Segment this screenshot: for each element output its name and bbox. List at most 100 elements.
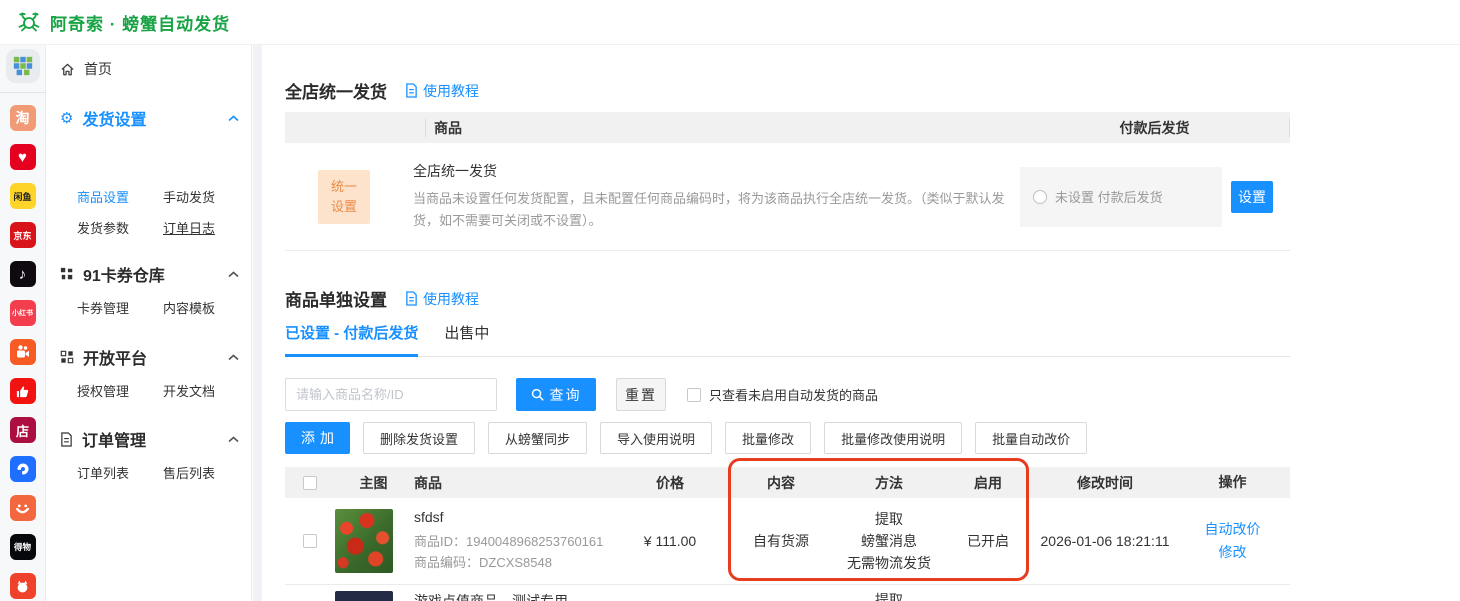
unified-section-title: 全店统一发货 bbox=[285, 83, 387, 102]
chevron-up-icon[interactable] bbox=[228, 353, 239, 361]
product-code: 商品编码：DZCXS8548 bbox=[414, 555, 552, 570]
chevron-up-icon[interactable] bbox=[228, 114, 239, 122]
add-button[interactable]: 添加 bbox=[285, 422, 350, 454]
grid-icon bbox=[60, 267, 74, 281]
set-button[interactable]: 设置 bbox=[1231, 180, 1273, 213]
unified-row-description: 当商品未设置任何发货配置，且未配置任何商品编码时，将为该商品执行全店统一发货。（… bbox=[413, 191, 1005, 228]
product-table: 主图 商品 价格 内容 方法 启用 修改时间 操作 sfdsf 商品ID：194… bbox=[285, 467, 1290, 601]
heart-app-icon[interactable]: ♥ bbox=[9, 144, 36, 170]
thumbs-up-icon[interactable] bbox=[9, 378, 36, 404]
filter-checkbox[interactable] bbox=[687, 387, 701, 402]
main-content: 全店统一发货 使用教程 商品 付款后发货 统一 设置 全店统一发货 当商品未设置… bbox=[262, 45, 1460, 601]
table-row: sfdsf 商品ID：1940048968253760161 商品编码：DZCX… bbox=[285, 498, 1290, 585]
gear-icon: ⚙ bbox=[60, 109, 74, 127]
sidebar-item-delivery-params[interactable]: 发货参数 bbox=[77, 218, 133, 238]
rail-divider bbox=[0, 92, 46, 93]
doc-icon bbox=[406, 291, 417, 306]
app-title: 阿奇索 · 螃蟹自动发货 bbox=[50, 14, 231, 34]
sidebar-item-home[interactable]: 首页 bbox=[60, 58, 239, 80]
bulk-edit-button[interactable]: 批量修改 bbox=[725, 422, 812, 454]
column-content: 内容 bbox=[767, 474, 795, 491]
app-header: 阿奇索 · 螃蟹自动发货 bbox=[0, 0, 1460, 45]
unified-table-header: 商品 付款后发货 bbox=[285, 112, 1290, 143]
individual-tutorial-link[interactable]: 使用教程 bbox=[405, 289, 479, 309]
document-icon bbox=[60, 431, 73, 447]
column-product: 商品 bbox=[425, 118, 1020, 137]
auto-reprice-link[interactable]: 自动改价 bbox=[1175, 518, 1290, 541]
tab-on-sale[interactable]: 出售中 bbox=[444, 322, 489, 356]
product-name: sfdsf bbox=[414, 509, 444, 525]
sidebar-item-content-template[interactable]: 内容模板 bbox=[163, 298, 219, 318]
sync-from-crab-button[interactable]: 从螃蟹同步 bbox=[488, 422, 588, 454]
swirl-app-icon[interactable] bbox=[9, 456, 36, 482]
kuaishou-icon[interactable] bbox=[9, 339, 36, 365]
column-enabled: 启用 bbox=[974, 474, 1002, 491]
after-payment-status-box: 未设置 付款后发货 bbox=[1020, 166, 1222, 227]
xiaohongshu-icon[interactable]: 小红书 bbox=[9, 300, 36, 326]
mascot-app-icon[interactable] bbox=[9, 573, 36, 599]
status-text: 未设置 付款后发货 bbox=[1055, 190, 1163, 205]
doc-icon bbox=[406, 83, 417, 98]
product-price: ¥ 111.00 bbox=[643, 533, 697, 549]
search-input[interactable] bbox=[285, 378, 497, 411]
product-tabs: 已设置 - 付款后发货 出售中 bbox=[285, 322, 1290, 357]
home-icon bbox=[61, 63, 74, 75]
chevron-up-icon[interactable] bbox=[228, 435, 239, 443]
tab-configured-after-payment[interactable]: 已设置 - 付款后发货 bbox=[285, 322, 419, 357]
modified-time: 2026-01-06 18:21:11 bbox=[1040, 533, 1170, 549]
individual-section-title: 商品单独设置 bbox=[285, 291, 387, 310]
douyin-icon[interactable]: ♪ bbox=[9, 261, 36, 287]
unified-row-title: 全店统一发货 bbox=[413, 163, 497, 179]
import-instructions-button[interactable]: 导入使用说明 bbox=[600, 422, 713, 454]
sidebar: 首页 ⚙ 发货设置 商品设置 手动发货 发货参数 订单日志 91卡券仓库 卡券管… bbox=[47, 45, 252, 601]
sidebar-item-product-settings[interactable]: 商品设置 bbox=[77, 187, 133, 207]
individual-section-header: 商品单独设置 使用教程 bbox=[285, 286, 479, 311]
product-name: 游戏点值商品，测试专用 bbox=[414, 593, 568, 601]
bulk-edit-instructions-button[interactable]: 批量修改使用说明 bbox=[824, 422, 963, 454]
method-line: 螃蟹消息 bbox=[861, 533, 917, 549]
app-grid-icon[interactable] bbox=[5, 49, 40, 83]
crab-logo-icon bbox=[16, 9, 42, 35]
jingdong-icon[interactable]: 京东 bbox=[9, 222, 36, 248]
sidebar-item-order-log[interactable]: 订单日志 bbox=[163, 218, 219, 238]
column-modified-time: 修改时间 bbox=[1077, 474, 1133, 491]
status-radio[interactable] bbox=[1033, 189, 1047, 204]
edit-link[interactable]: 修改 bbox=[1175, 541, 1290, 564]
taobao-icon[interactable]: 淘 bbox=[9, 105, 36, 131]
unified-tutorial-link[interactable]: 使用教程 bbox=[405, 81, 479, 101]
delete-delivery-settings-button[interactable]: 删除发货设置 bbox=[363, 422, 476, 454]
column-main-image: 主图 bbox=[359, 474, 388, 491]
layout-gap bbox=[253, 45, 262, 601]
sidebar-item-auth-management[interactable]: 授权管理 bbox=[77, 381, 133, 401]
product-content: 自有货源 bbox=[753, 533, 809, 549]
bulk-auto-reprice-button[interactable]: 批量自动改价 bbox=[975, 422, 1088, 454]
enabled-status: 已开启 bbox=[967, 533, 1009, 549]
method-line: 提取 bbox=[875, 592, 903, 601]
query-button[interactable]: 查询 bbox=[516, 378, 596, 411]
reset-button[interactable]: 重置 bbox=[616, 378, 666, 411]
column-product: 商品 bbox=[414, 474, 442, 491]
dewu-icon[interactable]: 得物 bbox=[9, 534, 36, 560]
sidebar-item-card-management[interactable]: 卡券管理 bbox=[77, 298, 133, 318]
column-after-payment: 付款后发货 bbox=[1020, 118, 1290, 137]
chevron-up-icon[interactable] bbox=[228, 270, 239, 278]
search-icon bbox=[531, 388, 544, 401]
column-price: 价格 bbox=[656, 474, 684, 491]
sidebar-group-order-management[interactable]: 订单管理 bbox=[60, 428, 239, 450]
weidian-icon[interactable]: 店 bbox=[9, 417, 36, 443]
row-checkbox[interactable] bbox=[303, 534, 317, 548]
product-id: 商品ID：1940048968253760161 bbox=[414, 534, 604, 549]
sidebar-group-card-warehouse[interactable]: 91卡券仓库 bbox=[60, 263, 239, 285]
sidebar-item-order-list[interactable]: 订单列表 bbox=[77, 463, 133, 483]
sidebar-group-open-platform[interactable]: 开放平台 bbox=[60, 346, 239, 368]
table-row: 游戏点值商品，测试专用 提取 bbox=[285, 585, 1290, 601]
sidebar-group-delivery-settings[interactable]: ⚙ 发货设置 bbox=[60, 107, 239, 129]
smiley-app-icon[interactable] bbox=[9, 495, 36, 521]
filter-checkbox-label[interactable]: 只查看未启用自动发货的商品 bbox=[709, 385, 878, 404]
xianyu-icon[interactable]: 闲鱼 bbox=[9, 183, 36, 209]
select-all-checkbox[interactable] bbox=[303, 475, 317, 490]
sidebar-item-aftersale-list[interactable]: 售后列表 bbox=[163, 463, 219, 483]
method-line: 提取 bbox=[875, 511, 903, 527]
sidebar-item-dev-docs[interactable]: 开发文档 bbox=[163, 381, 219, 401]
sidebar-item-manual-delivery[interactable]: 手动发货 bbox=[163, 187, 219, 207]
